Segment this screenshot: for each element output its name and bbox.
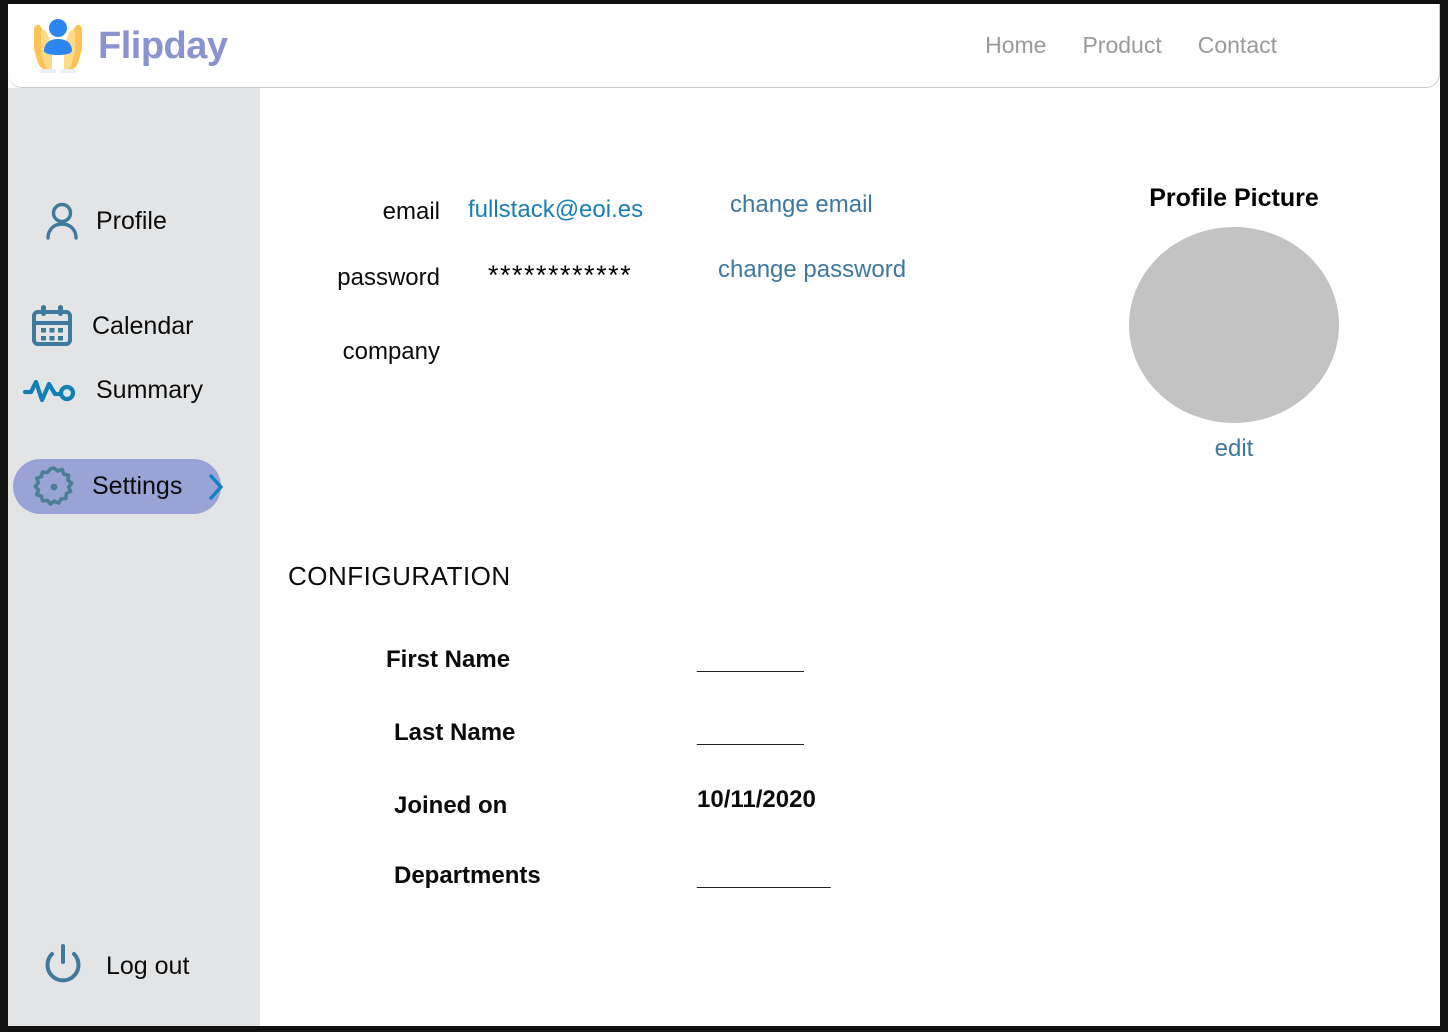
screen: Flipday Home Product Contact Profile Cal… [0,0,1448,1032]
change-email-link[interactable]: change email [730,191,873,219]
departments-label: Departments [394,862,541,889]
sidebar: Profile Calendar Summary Settings Log ou… [8,88,260,1026]
sidebar-item-calendar[interactable]: Calendar [28,302,193,350]
password-value: ************ [488,260,633,290]
sidebar-item-label: Summary [96,375,203,404]
calendar-icon [28,302,76,350]
sidebar-item-settings[interactable]: Settings [13,459,224,514]
gear-icon [30,463,78,511]
nav-item-product[interactable]: Product [1082,32,1161,59]
joined-on-label: Joined on [394,792,508,819]
profile-picture-title: Profile Picture [1149,184,1319,212]
email-value[interactable]: fullstack@eoi.es [468,196,643,224]
sidebar-item-label: Log out [106,951,190,980]
person-icon [44,202,80,240]
configuration-title: CONFIGURATION [288,561,511,591]
last-name-label: Last Name [394,719,516,746]
nav-item-contact[interactable]: Contact [1198,32,1277,59]
sidebar-item-logout[interactable]: Log out [40,943,189,989]
chevron-right-icon [206,471,226,503]
sidebar-item-label: Calendar [92,311,194,340]
brand-name: Flipday [98,24,228,67]
top-navigation: Home Product Contact [985,32,1277,59]
brand[interactable]: Flipday [22,13,228,79]
change-password-link[interactable]: change password [718,256,906,284]
email-label: email [382,198,440,225]
sidebar-item-label: Profile [96,206,167,235]
profile-picture-block: Profile Picture edit [1124,184,1344,463]
top-header: Flipday Home Product Contact [8,4,1440,88]
app-window: Flipday Home Product Contact Profile Cal… [8,4,1440,1026]
profile-picture-edit-link[interactable]: edit [1215,435,1254,463]
company-label: company [342,338,440,365]
nav-item-home[interactable]: Home [985,32,1046,59]
profile-picture-placeholder[interactable] [1129,227,1339,423]
sidebar-item-summary[interactable]: Summary [22,374,203,406]
departments-value[interactable]: __________ [697,864,830,892]
waveform-icon [22,374,78,406]
sidebar-item-label: Settings [92,472,183,500]
hands-holding-person-icon [34,18,82,73]
joined-on-value: 10/11/2020 [697,786,816,813]
first-name-label: First Name [386,646,511,673]
last-name-value[interactable]: ________ [697,721,804,749]
sidebar-item-profile[interactable]: Profile [44,202,167,240]
password-label: password [337,264,440,291]
main-content: email fullstack@eoi.es change email pass… [260,88,1440,1026]
first-name-value[interactable]: ________ [697,648,804,676]
power-icon [40,943,86,989]
